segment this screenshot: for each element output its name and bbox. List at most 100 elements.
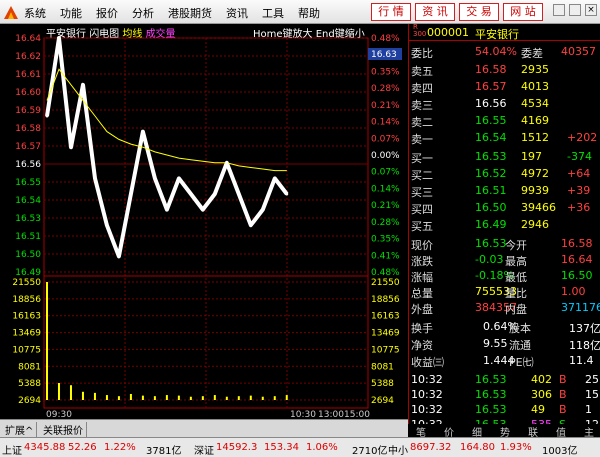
time-last: 15:00 bbox=[344, 410, 370, 419]
price-tick: 16.55 bbox=[15, 178, 41, 188]
tab-related-quote[interactable]: 关联报价 bbox=[40, 422, 87, 437]
volume-bar bbox=[237, 396, 240, 400]
volume-bar bbox=[249, 395, 252, 400]
quote-button[interactable]: 行 情 bbox=[371, 3, 411, 21]
website-button[interactable]: 网 站 bbox=[503, 3, 543, 21]
sz-change: 153.34 bbox=[264, 442, 299, 453]
price-point bbox=[273, 176, 277, 180]
price-tick: 16.60 bbox=[15, 88, 41, 98]
menu-item-tools[interactable]: 工具 bbox=[262, 5, 284, 21]
price-tick: 16.57 bbox=[15, 142, 41, 152]
tick-side: B bbox=[559, 403, 567, 416]
price-point bbox=[189, 192, 193, 196]
price-tick: 16.59 bbox=[15, 106, 41, 116]
pct-tick: 0.21% bbox=[371, 101, 400, 111]
volume-bar bbox=[165, 395, 168, 400]
bid-volume: 9939 bbox=[521, 184, 549, 197]
stat-value: 16.64 bbox=[561, 253, 593, 266]
tick-chart-panel[interactable]: 平安银行 闪电图 均线 成交量 Home键放大 End键缩小 16.64 16.6… bbox=[0, 24, 408, 419]
weicha-label: 委差 bbox=[521, 47, 543, 60]
ask-label: 卖一 bbox=[411, 133, 433, 146]
volume-tick-right: 8081 bbox=[371, 362, 394, 372]
price-point bbox=[153, 176, 157, 180]
volume-bar bbox=[129, 393, 132, 400]
minimize-button[interactable] bbox=[553, 4, 565, 16]
volume-tick-right: 21550 bbox=[371, 278, 400, 288]
volume-bar bbox=[189, 396, 192, 400]
stat-row: 现价 16.53 今开 16.58 bbox=[409, 235, 600, 252]
bid-row: 买二 16.52 4972 +64 bbox=[409, 165, 600, 182]
sh-index: 4345.88 bbox=[24, 442, 66, 453]
fund-value: 11.4 bbox=[569, 354, 594, 367]
bid-volume: 4972 bbox=[521, 167, 549, 180]
volume-tick: 10775 bbox=[12, 345, 41, 355]
menu-item-function[interactable]: 功能 bbox=[60, 5, 82, 21]
bottom-tab-bar: 扩展^ 关联报价 bbox=[0, 419, 408, 437]
volume-tick: 13469 bbox=[12, 329, 41, 339]
price-point bbox=[105, 223, 109, 227]
ask-row: 卖二 16.55 4169 bbox=[409, 112, 600, 129]
menu-item-system[interactable]: 系统 bbox=[24, 5, 46, 21]
price-tick: 16.61 bbox=[15, 70, 41, 80]
volume-tick: 18856 bbox=[12, 295, 41, 305]
tick-volume: 306 bbox=[531, 388, 552, 401]
maximize-button[interactable] bbox=[569, 4, 581, 16]
volume-bar bbox=[46, 282, 48, 400]
pct-tick: 0.07% bbox=[371, 134, 400, 144]
time-end: 10:30 bbox=[290, 410, 316, 419]
trade-button[interactable]: 交 易 bbox=[459, 3, 499, 21]
pct-tick: 0.41% bbox=[371, 251, 400, 261]
price-point bbox=[57, 36, 61, 40]
bid-row: 买三 16.51 9939 +39 bbox=[409, 182, 600, 199]
ask-label: 卖三 bbox=[411, 99, 433, 112]
fund-label: PE㈦ bbox=[509, 356, 534, 369]
volume-bar bbox=[81, 391, 84, 400]
tick-count: 25 bbox=[585, 373, 599, 386]
stat-value: 16.58 bbox=[561, 237, 593, 250]
volume-tick-right: 13469 bbox=[371, 329, 400, 339]
volume-bar bbox=[225, 396, 228, 400]
tick-price: 16.53 bbox=[475, 388, 507, 401]
stock-code: 000001 bbox=[427, 26, 469, 39]
bid-volume: 39466 bbox=[521, 201, 556, 214]
stat-row: 总量 755533 量比 1.00 bbox=[409, 283, 600, 300]
tab-expand[interactable]: 扩展^ bbox=[2, 422, 38, 437]
close-icon[interactable]: × bbox=[585, 4, 597, 16]
price-point bbox=[129, 192, 133, 196]
volume-bar bbox=[93, 392, 96, 400]
status-bar: 上证 4345.88 52.26 1.22% 3781亿 深证 14592.3 … bbox=[0, 437, 600, 457]
pct-tick: 0.35% bbox=[371, 67, 400, 77]
bid-row: 买一 16.53 197 -374 bbox=[409, 148, 600, 165]
fund-value: 9.55 bbox=[483, 337, 508, 350]
quote-title: R 300 000001 平安银行 bbox=[409, 24, 600, 41]
price-point bbox=[177, 176, 181, 180]
menu-item-quote[interactable]: 报价 bbox=[96, 5, 118, 21]
price-tick: 16.54 bbox=[15, 196, 41, 206]
ask-label: 卖五 bbox=[411, 65, 433, 78]
price-point bbox=[261, 208, 265, 212]
sh-change: 52.26 bbox=[68, 442, 97, 453]
news-button[interactable]: 资 讯 bbox=[415, 3, 455, 21]
menu-item-news[interactable]: 资讯 bbox=[226, 5, 248, 21]
stat-value: 1.00 bbox=[561, 285, 586, 298]
volume-bar bbox=[273, 396, 276, 400]
current-price-label: 16.63 bbox=[371, 50, 397, 60]
bid-volume: 197 bbox=[521, 150, 542, 163]
stock-name: 平安银行 bbox=[475, 28, 519, 41]
volume-tick: 2694 bbox=[18, 396, 41, 406]
price-point bbox=[117, 254, 121, 258]
market-badge: R 300 bbox=[413, 23, 427, 38]
bid-price: 16.51 bbox=[475, 184, 507, 197]
stat-value: 371176 bbox=[561, 301, 600, 314]
bid-label: 买三 bbox=[411, 186, 433, 199]
menu-item-help[interactable]: 帮助 bbox=[298, 5, 320, 21]
menu-item-analysis[interactable]: 分析 bbox=[132, 5, 154, 21]
price-tick: 16.62 bbox=[15, 52, 41, 62]
price-tick: 16.50 bbox=[15, 250, 41, 260]
pct-tick: 0.14% bbox=[371, 184, 400, 194]
volume-bar bbox=[177, 395, 180, 400]
ask-volume: 2935 bbox=[521, 63, 549, 76]
volume-tick: 8081 bbox=[18, 362, 41, 372]
weicha-value: 40357 bbox=[561, 45, 596, 58]
menu-item-hk-futures[interactable]: 港股期货 bbox=[168, 5, 212, 21]
